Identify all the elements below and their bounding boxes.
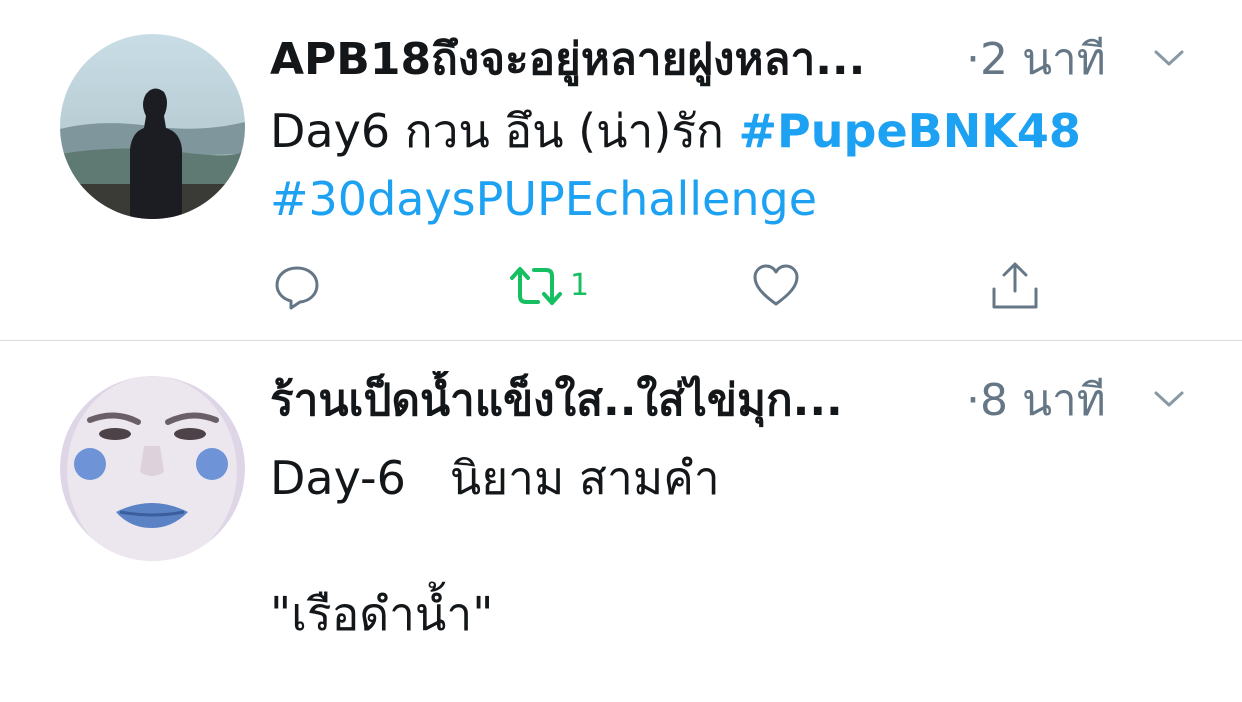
display-name[interactable]: APB18ถึงจะอยู่หลายฝูงหลา...	[270, 30, 865, 90]
chevron-down-icon[interactable]	[1150, 387, 1188, 411]
share-button[interactable]	[990, 258, 1040, 314]
tweet-text: Day6 กวน อึน (น่า)รัก	[270, 104, 739, 158]
retweet-button[interactable]: 1	[508, 258, 589, 314]
retweet-count: 1	[570, 268, 590, 303]
tweet-text-line-2: "เรือดำน้ำ"	[270, 587, 494, 641]
display-name[interactable]: ร้านเป็ดน้ำแข็งใส..ใส่ไข่มุก...	[270, 371, 843, 431]
share-icon	[992, 262, 1038, 309]
tweet-2[interactable]: ร้านเป็ดน้ำแข็งใส..ใส่ไข่มุก... ·8 นาที …	[0, 341, 1242, 702]
reply-button[interactable]	[273, 258, 321, 314]
retweet-icon	[510, 267, 562, 305]
reply-icon	[275, 266, 319, 310]
like-button[interactable]	[752, 258, 800, 314]
tweet-1[interactable]: APB18ถึงจะอยู่หลายฝูงหลา... ·2 นาที Day6…	[0, 0, 1242, 341]
chevron-down-icon[interactable]	[1150, 46, 1188, 70]
tweet-text-line-2: #30daysPUPEchallenge	[270, 166, 817, 232]
hashtag-link[interactable]: #30daysPUPEchallenge	[270, 172, 817, 226]
hashtag-link[interactable]: #PupeBNK48	[739, 104, 1081, 158]
timestamp[interactable]: ·8 นาที	[966, 371, 1106, 431]
face-avatar	[60, 376, 245, 561]
avatar[interactable]	[60, 34, 245, 219]
tweet-text-line-1: Day-6 นิยาม สามคำ	[270, 451, 720, 505]
person-silhouette-landscape-avatar	[60, 34, 245, 219]
tweet-header: APB18ถึงจะอยู่หลายฝูงหลา... ·2 นาที	[270, 30, 1200, 90]
tweet-actions: 1	[0, 258, 1242, 318]
tweet-header: ร้านเป็ดน้ำแข็งใส..ใส่ไข่มุก... ·8 นาที	[270, 371, 1200, 431]
tweet-text-line-1: Day6 กวน อึน (น่า)รัก #PupeBNK48	[270, 98, 1081, 164]
like-icon	[753, 264, 799, 306]
timestamp[interactable]: ·2 นาที	[966, 30, 1106, 90]
avatar[interactable]	[60, 376, 245, 561]
